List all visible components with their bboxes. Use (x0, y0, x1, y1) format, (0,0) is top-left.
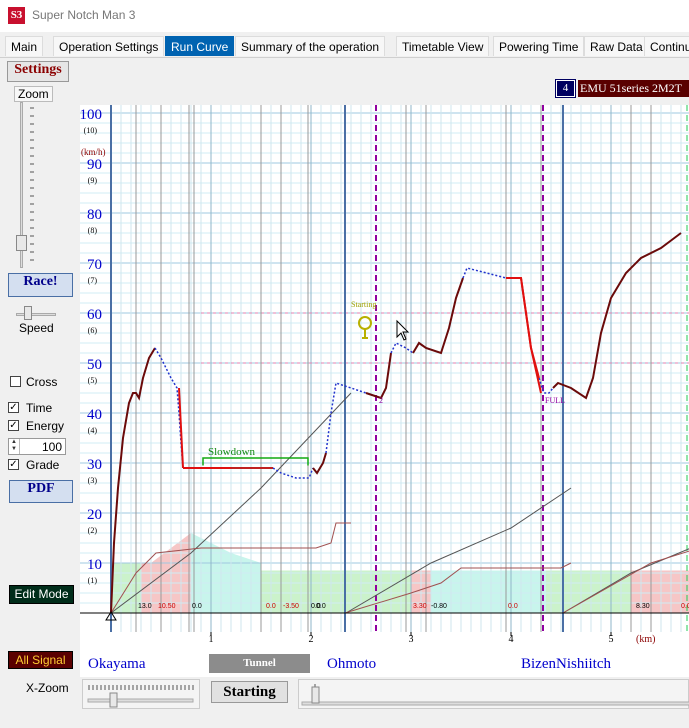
tab-continue[interactable]: Continu (644, 36, 689, 56)
grade-value-label: 13.0 (138, 603, 152, 610)
y-tick-sublabel: (6) (88, 326, 98, 335)
signal-number-label: 2 (379, 396, 383, 405)
y-tick-label: 60 (87, 307, 102, 323)
full-label: FULL (545, 396, 565, 405)
y-tick-sublabel: (7) (88, 276, 98, 285)
title-bar: S3 Super Notch Man 3 (0, 0, 689, 32)
station-bizennishiitch[interactable]: BizenNishiitch (521, 656, 611, 673)
x-zoom-slider[interactable] (82, 679, 200, 709)
grade-value-label: 3.30 (413, 603, 427, 610)
tab-raw-data[interactable]: Raw Data (584, 36, 649, 56)
station-ohmoto[interactable]: Ohmoto (327, 656, 376, 673)
x-tick-label: 2 (309, 634, 314, 645)
y-tick-sublabel: (9) (88, 176, 98, 185)
time-checkbox[interactable]: ✓ (8, 402, 19, 413)
energy-value[interactable]: 100 (42, 440, 62, 454)
tab-bar: Main Operation Settings Run Curve Summar… (0, 34, 689, 58)
y-tick-sublabel: (10) (84, 126, 98, 135)
cross-checkbox[interactable] (10, 376, 21, 387)
y-tick-label: 90 (87, 157, 102, 173)
x-tick-label: 1 (209, 634, 214, 645)
y-tick-label: 70 (87, 257, 102, 273)
grade-value-label: 0.0 (316, 603, 326, 610)
y-tick-label: 30 (87, 457, 102, 473)
settings-button[interactable]: Settings (7, 61, 69, 82)
app-icon: S3 (8, 7, 25, 24)
tab-timetable-view[interactable]: Timetable View (396, 36, 490, 56)
y-tick-label: 40 (87, 407, 102, 423)
cross-label: Cross (26, 375, 58, 389)
tab-summary[interactable]: Summary of the operation (235, 36, 386, 56)
grade-value-label: -3.50 (283, 603, 299, 610)
pdf-button[interactable]: PDF (9, 480, 73, 503)
race-button[interactable]: Race! (8, 273, 73, 297)
grade-value-label: 0.0 (192, 603, 202, 610)
speed-curve-segment (154, 347, 184, 469)
y-tick-label: 80 (87, 207, 102, 223)
y-tick-sublabel: (8) (88, 226, 98, 235)
grade-area (431, 570, 546, 613)
edit-mode-button[interactable]: Edit Mode (9, 585, 74, 604)
grade-value-label: -0.80 (431, 603, 447, 610)
zoom-slider[interactable] (16, 102, 40, 268)
zoom-slider-thumb[interactable] (16, 235, 27, 251)
time-label: Time (26, 401, 53, 415)
starting-label: Starting (351, 300, 376, 309)
train-name-badge: EMU 51series 2M2T (578, 80, 689, 97)
station-okayama[interactable]: Okayama (88, 656, 145, 673)
all-signal-button[interactable]: All Signal (8, 651, 73, 669)
tab-run-curve[interactable]: Run Curve (165, 36, 235, 56)
x-tick-label: 3 (409, 634, 414, 645)
x-tick-label: 5 (609, 634, 614, 645)
grade-value-label: 0.0 (681, 603, 689, 610)
grade-value-label: 10.50 (158, 603, 176, 610)
run-curve-chart[interactable]: 100 (10) 90 (9) 80 (8) 70 (7) 60 (6) 50 (5) 40 (4) 30 (… (80, 105, 689, 632)
tab-main[interactable]: Main (5, 36, 44, 56)
y-tick-sublabel: (4) (88, 426, 98, 435)
speed-curve-segment (390, 341, 414, 354)
grade-checkbox[interactable]: ✓ (8, 459, 19, 470)
zoom-label: Zoom (14, 86, 53, 102)
speed-label: Speed (19, 321, 54, 335)
x-axis-strip: 1 2 3 4 5 (km) (80, 632, 689, 654)
spinner-arrows-icon[interactable]: ▲ ▼ (9, 439, 20, 454)
x-axis-unit: (km) (636, 634, 655, 645)
starting-button[interactable]: Starting (211, 681, 288, 703)
tunnel-label: Tunnel (209, 654, 310, 673)
x-tick-label: 4 (509, 634, 514, 645)
app-title: Super Notch Man 3 (32, 8, 136, 22)
energy-spinner[interactable]: ▲ ▼ 100 (8, 438, 66, 455)
slowdown-bracket (202, 457, 309, 466)
y-tick-sublabel: (3) (88, 476, 98, 485)
grade-value-label: 0.0 (266, 603, 276, 610)
tab-operation-settings[interactable]: Operation Settings (53, 36, 165, 56)
slowdown-label: Slowdown (208, 446, 256, 458)
grade-label: Grade (26, 458, 60, 472)
energy-checkbox[interactable]: ✓ (8, 420, 19, 431)
speed-curve-segment (365, 352, 392, 400)
y-axis-unit: (km/h) (81, 147, 106, 157)
tab-powering-time[interactable]: Powering Time (493, 36, 585, 56)
y-tick-label: 20 (87, 507, 102, 523)
y-tick-label: 100 (80, 107, 102, 123)
grade-value-label: 0.0 (508, 603, 518, 610)
y-tick-sublabel: (1) (88, 576, 98, 585)
timeline-slider[interactable] (298, 679, 689, 709)
y-tick-label: 10 (87, 557, 102, 573)
y-tick-label: 50 (87, 357, 102, 373)
train-number-badge: 4 (555, 79, 576, 98)
energy-label: Energy (26, 419, 65, 433)
run-curve-svg[interactable]: 100 (10) 90 (9) 80 (8) 70 (7) 60 (6) 50 (5) 40 (4) 30 (… (80, 105, 689, 632)
grade-area (546, 570, 631, 613)
y-tick-sublabel: (2) (88, 526, 98, 535)
y-tick-sublabel: (5) (88, 376, 98, 385)
x-zoom-label: X-Zoom (26, 681, 69, 695)
grade-value-label: 8.30 (636, 603, 650, 610)
speed-slider[interactable] (12, 302, 60, 322)
